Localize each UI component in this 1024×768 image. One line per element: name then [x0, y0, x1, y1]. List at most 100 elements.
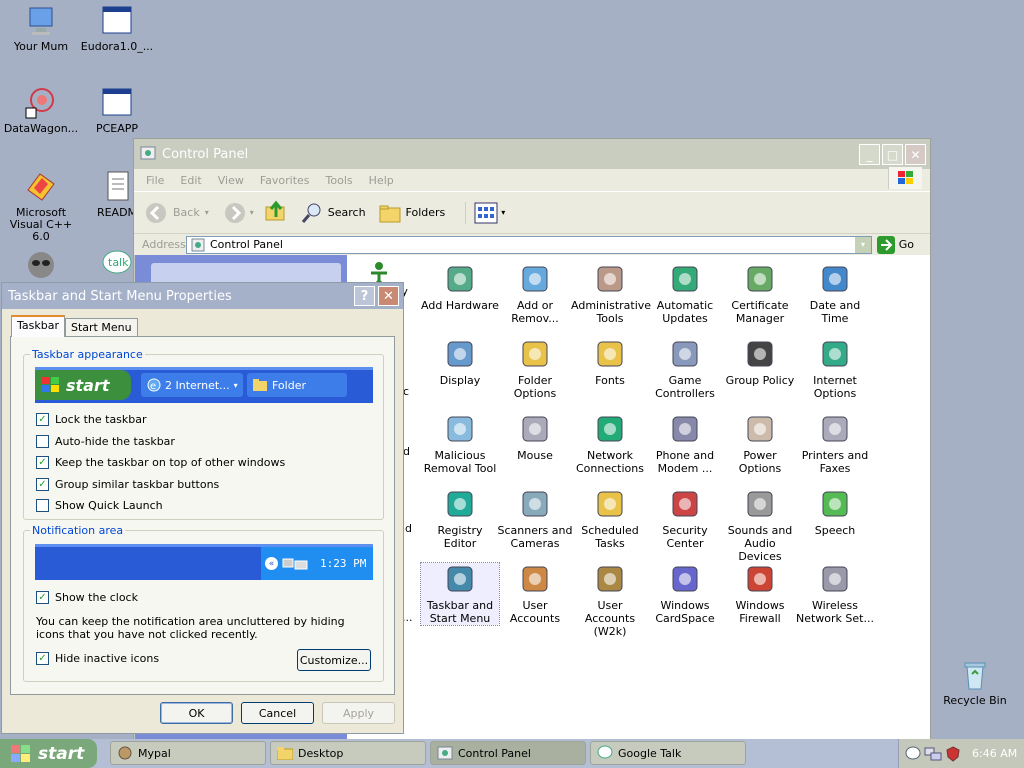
tab-taskbar[interactable]: Taskbar	[11, 315, 65, 337]
control-panel-item[interactable]: Speech	[796, 488, 874, 537]
control-panel-item[interactable]: Printers and Faxes	[796, 413, 874, 475]
desktop-icon-eudora[interactable]: Eudora1.0_...	[76, 4, 158, 53]
go-button[interactable]: Go	[876, 235, 914, 254]
control-panel-item[interactable]: Game Controllers	[646, 338, 724, 400]
control-panel-item[interactable]: Fonts	[571, 338, 649, 387]
control-panel-item[interactable]: Automatic Updates	[646, 263, 724, 325]
taskbar-item-desktop[interactable]: Desktop	[270, 741, 426, 765]
control-panel-item-label: Windows CardSpace	[655, 599, 715, 625]
control-panel-item[interactable]: User Accounts (W2k)	[571, 563, 649, 638]
control-panel-item[interactable]: User Accounts	[496, 563, 574, 625]
desktop-icon-your-mum[interactable]: Your Mum	[0, 4, 82, 53]
address-dropdown-button[interactable]: ▾	[855, 236, 871, 253]
control-panel-item[interactable]: Display	[421, 338, 499, 387]
minimize-button[interactable]: _	[859, 144, 880, 165]
menu-help[interactable]: Help	[369, 174, 394, 187]
control-panel-titlebar[interactable]: Control Panel _ □ ✕	[134, 139, 930, 169]
control-panel-item[interactable]: Phone and Modem ...	[646, 413, 724, 475]
apply-button[interactable]: Apply	[322, 702, 395, 724]
phone-modem-icon	[669, 413, 701, 445]
views-button[interactable]: ▾	[465, 201, 505, 224]
search-button[interactable]: Search	[300, 201, 366, 225]
control-panel-item[interactable]: Network Connections	[571, 413, 649, 475]
menu-edit[interactable]: Edit	[180, 174, 201, 187]
close-button[interactable]: ✕	[905, 144, 926, 165]
control-panel-item[interactable]: Taskbar and Start Menu	[420, 562, 500, 626]
menu-tools[interactable]: Tools	[326, 174, 353, 187]
up-folder-button[interactable]	[264, 199, 288, 226]
control-panel-item[interactable]: Internet Options	[796, 338, 874, 400]
control-panel-item[interactable]: Group Policy	[721, 338, 799, 387]
folders-button[interactable]: Folders	[378, 201, 445, 225]
taskbar-item-google-talk[interactable]: Google Talk	[590, 741, 746, 765]
talk-bubble-icon: talk	[100, 248, 134, 282]
forward-button[interactable]: ▾	[223, 201, 254, 225]
window-app-icon	[100, 86, 134, 120]
appearance-option-checkbox[interactable]: Show Quick Launch	[36, 499, 163, 512]
desktop-icon-visual-cpp[interactable]: Microsoft Visual C++ 6.0	[0, 170, 82, 243]
appearance-option-checkbox[interactable]: ✓ Group similar taskbar buttons	[36, 477, 219, 491]
power-options-icon	[744, 413, 776, 445]
windows-logo-icon	[888, 167, 922, 189]
control-panel-item-label: Power Options	[738, 449, 782, 475]
control-panel-item[interactable]: Date and Time	[796, 263, 874, 325]
ok-button[interactable]: OK	[160, 702, 233, 724]
control-panel-item[interactable]: Registry Editor	[421, 488, 499, 550]
shield-tray-icon	[946, 745, 960, 762]
taskbar-properties-dialog[interactable]: Taskbar and Start Menu Properties ? ✕ Ta…	[1, 282, 404, 734]
desktop-icon-raccoon[interactable]	[0, 248, 82, 285]
control-panel-item[interactable]: Scheduled Tasks	[571, 488, 649, 550]
desktop-icon-datawagon[interactable]: DataWagon...	[0, 86, 82, 135]
dialog-titlebar[interactable]: Taskbar and Start Menu Properties ? ✕	[2, 283, 403, 309]
customize-button[interactable]: Customize...	[297, 649, 371, 671]
control-panel-item[interactable]: Windows CardSpace	[646, 563, 724, 625]
close-button[interactable]: ✕	[378, 286, 399, 306]
control-panel-item[interactable]: Add Hardware	[421, 263, 499, 312]
control-panel-item[interactable]: Power Options	[721, 413, 799, 475]
menu-favorites[interactable]: Favorites	[260, 174, 310, 187]
control-panel-icon	[140, 145, 156, 164]
scheduled-tasks-icon	[594, 488, 626, 520]
control-panel-item[interactable]: Security Center	[646, 488, 724, 550]
control-panel-item[interactable]: Folder Options	[496, 338, 574, 400]
appearance-option-checkbox[interactable]: Auto-hide the taskbar	[36, 434, 175, 448]
show-clock-checkbox[interactable]: ✓ Show the clock	[36, 591, 138, 604]
menu-view[interactable]: View	[218, 174, 244, 187]
desktop-icon-recycle-bin[interactable]: Recycle Bin	[934, 658, 1016, 707]
address-input[interactable]: Control Panel ▾	[186, 235, 872, 254]
control-panel-item[interactable]: Add or Remov...	[496, 263, 574, 325]
control-panel-item[interactable]: Mouse	[496, 413, 574, 462]
sounds-audio-icon	[744, 488, 776, 520]
back-button[interactable]: Back ▾	[144, 201, 209, 225]
cancel-button[interactable]: Cancel	[241, 702, 314, 724]
start-button[interactable]: start	[0, 739, 97, 768]
tray-preview: « 1:23 PM	[261, 547, 373, 580]
hide-inactive-icons-checkbox[interactable]: ✓ Hide inactive icons	[36, 652, 159, 665]
control-panel-item[interactable]: Sounds and Audio Devices	[721, 488, 799, 563]
menu-file[interactable]: File	[146, 174, 164, 187]
clock[interactable]: 6:46 AM	[972, 747, 1017, 760]
preview-taskbar-item: Folder	[247, 373, 347, 397]
control-panel-item[interactable]: Windows Firewall	[721, 563, 799, 625]
taskbar-item-mypal[interactable]: Mypal	[110, 741, 266, 765]
control-panel-item[interactable]: Wireless Network Set...	[796, 563, 874, 625]
internet-explorer-icon: e	[147, 378, 161, 392]
help-button[interactable]: ?	[354, 286, 375, 306]
control-panel-item[interactable]: Malicious Removal Tool	[421, 413, 499, 475]
left-fragment: d	[403, 445, 410, 458]
control-panel-item[interactable]: Certificate Manager	[721, 263, 799, 325]
taskbar-item-control-panel[interactable]: Control Panel	[430, 741, 586, 765]
appearance-option-checkbox[interactable]: ✓ Lock the taskbar	[36, 413, 147, 426]
folder-icon	[277, 747, 293, 760]
windows-flag-icon	[11, 744, 30, 762]
control-panel-item[interactable]: Administrative Tools	[571, 263, 651, 325]
appearance-option-checkbox[interactable]: ✓ Keep the taskbar on top of other window…	[36, 456, 285, 469]
windows-flag-icon	[42, 377, 59, 392]
control-panel-item[interactable]: Scanners and Cameras	[496, 488, 574, 550]
control-panel-item-label: Date and Time	[809, 299, 861, 325]
maximize-button[interactable]: □	[882, 144, 903, 165]
desktop-icon-pceapp[interactable]: PCEAPP	[76, 86, 158, 135]
talk-bubble-icon	[597, 745, 613, 759]
tab-start-menu[interactable]: Start Menu	[65, 318, 138, 337]
up-folder-icon	[265, 200, 285, 221]
